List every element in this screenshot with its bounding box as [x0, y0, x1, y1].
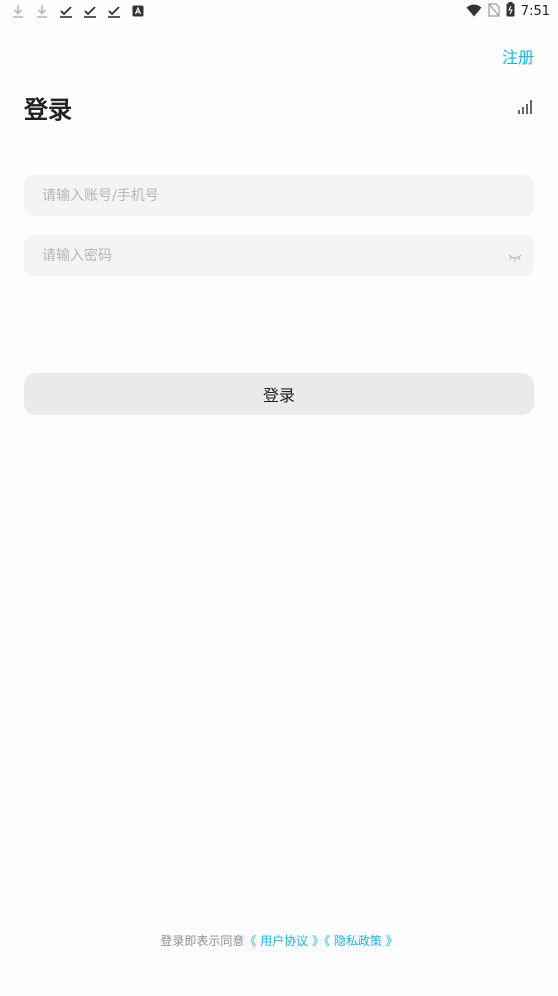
signal-strength-icon[interactable] — [518, 99, 534, 118]
battery-icon — [506, 2, 515, 21]
login-button[interactable]: 登录 — [24, 373, 534, 415]
eye-closed-icon[interactable] — [508, 248, 522, 267]
notification-icons — [10, 3, 146, 19]
page-title: 登录 — [24, 96, 72, 124]
wifi-icon — [466, 2, 482, 21]
password-field — [24, 235, 534, 276]
no-sim-icon — [488, 2, 500, 21]
system-icons: 7:51 — [466, 2, 550, 21]
password-input[interactable] — [24, 235, 534, 276]
account-input[interactable] — [24, 175, 534, 216]
agreement-text: 登录即表示同意《 用户协议 》《 隐私政策 》 — [0, 932, 558, 949]
app-notification-icon — [130, 3, 146, 19]
agreement-prefix: 登录即表示同意 — [160, 934, 245, 948]
check-download-icon — [106, 3, 122, 19]
register-link[interactable]: 注册 — [502, 44, 534, 68]
status-bar: 7:51 — [0, 0, 558, 24]
status-time: 7:51 — [520, 4, 550, 19]
account-field — [24, 175, 534, 216]
download-icon — [10, 3, 26, 19]
privacy-policy-link[interactable]: 《 隐私政策 》 — [324, 934, 398, 948]
check-download-icon — [82, 3, 98, 19]
check-download-icon — [58, 3, 74, 19]
download-icon — [34, 3, 50, 19]
user-agreement-link[interactable]: 《 用户协议 》 — [244, 934, 324, 948]
